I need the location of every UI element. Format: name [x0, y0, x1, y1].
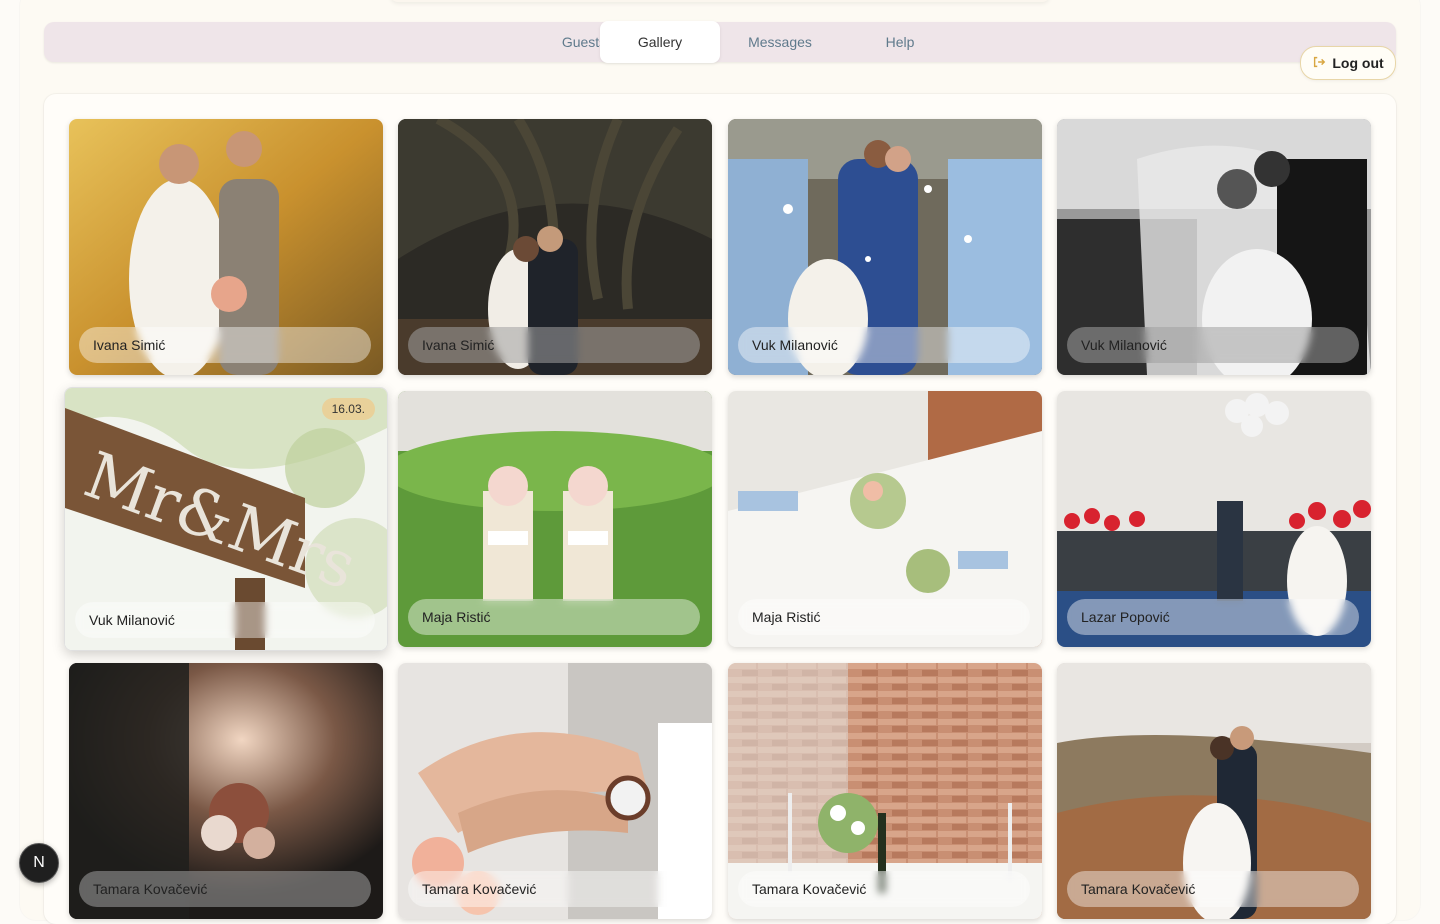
guest-name-label: Ivana Simić [79, 327, 371, 363]
guest-name-label: Maja Ristić [738, 599, 1030, 635]
gallery-card[interactable]: Ivana Simić [69, 119, 383, 375]
guest-name-label: Vuk Milanović [738, 327, 1030, 363]
tab-help[interactable]: Help [840, 22, 960, 62]
top-strip [390, 0, 1050, 2]
gallery-card[interactable]: Vuk Milanović [1057, 119, 1371, 375]
gallery-card[interactable]: Ivana Simić [398, 119, 712, 375]
dev-badge-label: N [33, 854, 45, 871]
gallery-card[interactable]: Vuk Milanović [728, 119, 1042, 375]
logout-icon [1312, 55, 1326, 72]
date-badge: 16.03. [321, 398, 375, 420]
gallery-card[interactable]: Tamara Kovačević [1057, 663, 1371, 919]
gallery-card[interactable]: Maja Ristić [728, 391, 1042, 647]
gallery-card[interactable]: Tamara Kovačević [69, 663, 383, 919]
gallery-card[interactable]: Tamara Kovačević [398, 663, 712, 919]
logout-button[interactable]: Log out [1300, 46, 1396, 80]
gallery-card[interactable]: Tamara Kovačević [728, 663, 1042, 919]
guest-name-label: Tamara Kovačević [408, 871, 700, 907]
guest-name-label: Ivana Simić [408, 327, 700, 363]
gallery-card[interactable]: Lazar Popović [1057, 391, 1371, 647]
tab-gallery[interactable]: Gallery [600, 21, 720, 63]
gallery-panel: Ivana Simić Ivana Simić Vuk Milanović Vu… [44, 94, 1396, 924]
tab-messages[interactable]: Messages [720, 22, 840, 62]
guest-name-label: Vuk Milanović [75, 602, 375, 638]
guest-name-label: Vuk Milanović [1067, 327, 1359, 363]
guest-name-label: Tamara Kovačević [1067, 871, 1359, 907]
guest-name-label: Tamara Kovačević [79, 871, 371, 907]
logout-label: Log out [1332, 55, 1384, 71]
nextjs-dev-badge[interactable]: N [19, 843, 59, 883]
gallery-card[interactable]: Mr&Mrs 16.03. Vuk Milanović [64, 387, 388, 651]
guest-name-label: Tamara Kovačević [738, 871, 1030, 907]
guest-name-label: Lazar Popović [1067, 599, 1359, 635]
guest-name-label: Maja Ristić [408, 599, 700, 635]
gallery-card[interactable]: Maja Ristić [398, 391, 712, 647]
tab-bar: Guests Gallery Messages Help [44, 21, 1396, 63]
